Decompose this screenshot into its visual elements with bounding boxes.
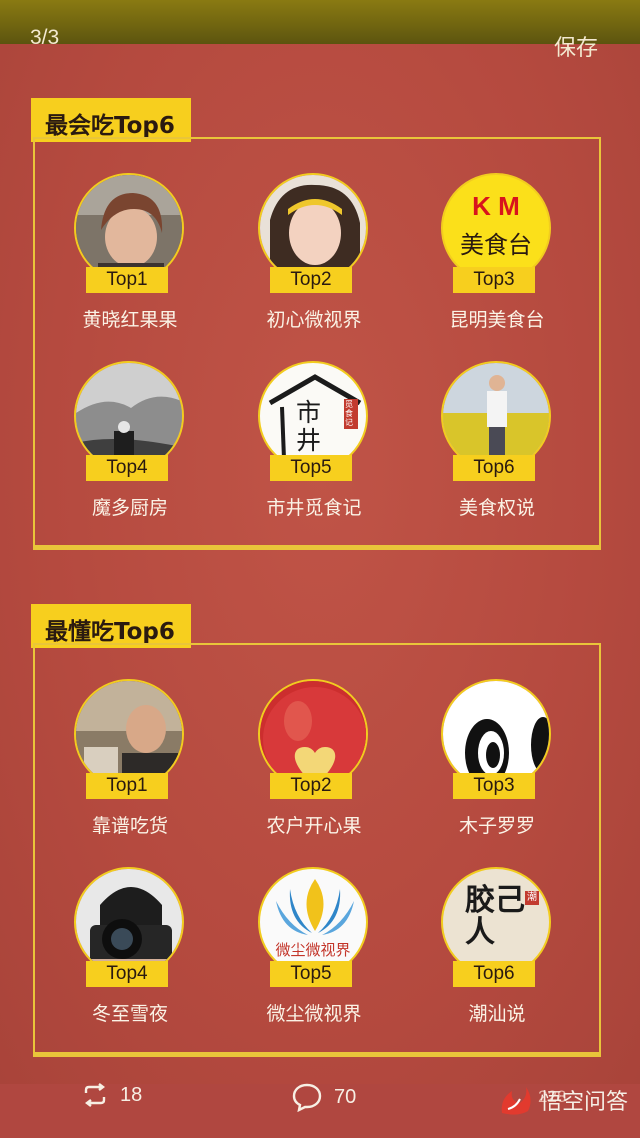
calligraphy-text: 市井 — [296, 398, 322, 455]
item-name: 潮汕说 — [468, 1003, 526, 1025]
rank-badge: Top3 — [453, 773, 535, 799]
comment-button[interactable]: 70 — [292, 1082, 356, 1112]
rank-badge: Top2 — [270, 773, 352, 799]
rank-badge: Top3 — [453, 267, 535, 293]
repost-icon — [84, 1083, 106, 1107]
rank-badge: Top4 — [86, 961, 168, 987]
seal-stamp-text: 潮 — [525, 891, 539, 905]
item-name: 市井觅食记 — [266, 497, 362, 519]
section-title-know-eating: 最懂吃Top6 — [33, 606, 189, 646]
item-name: 农户开心果 — [266, 815, 362, 837]
section-box-know-eating: Top1 靠谱吃货 Top2 农户开心果 Top3 木子罗罗 Top4 冬至雪夜… — [33, 643, 601, 1057]
km-logo-subtext: 美食台 — [460, 231, 532, 259]
item-name: 美食权说 — [458, 497, 535, 519]
brand-name: 悟空问答 — [539, 1090, 628, 1115]
wukong-logo-icon — [501, 1087, 531, 1115]
item-name: 黄晓红果果 — [82, 309, 178, 331]
item-name: 木子罗罗 — [458, 815, 535, 837]
item-name: 初心微视界 — [266, 309, 362, 331]
top-strip — [0, 0, 640, 44]
seal-stamp-text: 觅食记 — [345, 400, 353, 427]
item-name: 冬至雪夜 — [91, 1003, 168, 1025]
repost-button[interactable]: 18 — [82, 1082, 142, 1108]
item-name: 微尘微视界 — [266, 1003, 362, 1025]
rank-badge: Top4 — [86, 455, 168, 481]
wukong-watermark: 悟空问答 — [498, 1084, 628, 1116]
page-counter: 3/3 — [30, 26, 60, 49]
comment-count: 70 — [334, 1085, 357, 1108]
rank-badge: Top2 — [270, 267, 352, 293]
item-name: 昆明美食台 — [449, 309, 545, 331]
item-name: 魔多厨房 — [91, 497, 168, 519]
comment-icon — [292, 1083, 322, 1112]
section-title-top-eaters: 最会吃Top6 — [33, 100, 189, 140]
rank-badge: Top1 — [86, 267, 168, 293]
calligraphy-text: 胶己人 — [465, 883, 525, 950]
section-box-top-eaters: Top1 黄晓红果果 Top2 初心微视界 K M 美食台 Top3 昆明美食台… — [33, 137, 601, 550]
rank-badge: Top5 — [270, 455, 352, 481]
rank-badge: Top5 — [270, 961, 352, 987]
rank-badge: Top1 — [86, 773, 168, 799]
repost-count: 18 — [120, 1083, 143, 1106]
item-name: 靠谱吃货 — [91, 815, 168, 837]
lotus-logo-text: 微尘微视界 — [275, 941, 351, 959]
rank-badge: Top6 — [453, 961, 535, 987]
ranking-poster: 最会吃Top6 Top1 黄晓红果果 Top2 初心微视界 K M 美食台 To… — [0, 44, 640, 1084]
save-button[interactable]: 保存 — [554, 30, 598, 62]
rank-badge: Top6 — [453, 455, 535, 481]
km-logo-text: K M — [472, 191, 520, 221]
